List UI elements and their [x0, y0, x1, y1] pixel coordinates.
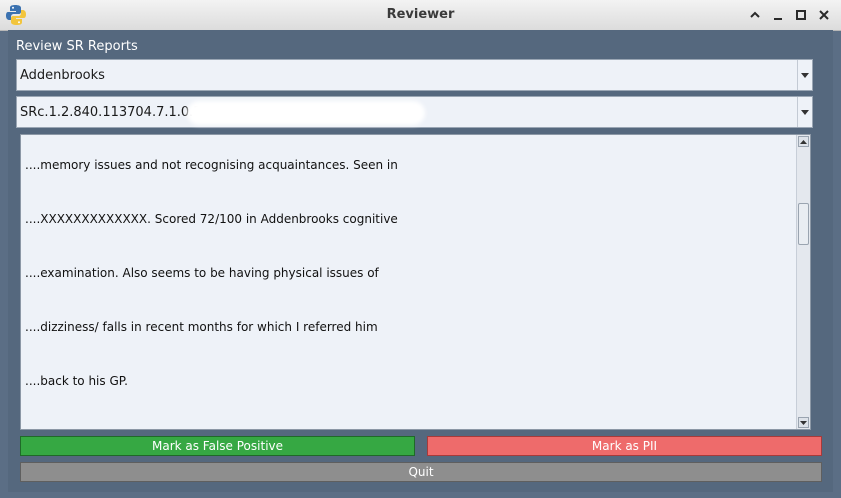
minimize-icon[interactable]: [769, 6, 787, 24]
mark-false-positive-button[interactable]: Mark as False Positive: [20, 436, 415, 456]
report-line: ....examination. Also seems to be having…: [25, 266, 379, 280]
window-title: Reviewer: [386, 7, 455, 22]
chevron-down-icon[interactable]: [797, 97, 812, 127]
scrollbar-thumb[interactable]: [798, 203, 809, 245]
scroll-up-icon[interactable]: [798, 136, 809, 147]
report-select[interactable]: SRc.1.2.840.113704.7.1.0.2: [16, 96, 813, 128]
mark-pii-button[interactable]: Mark as PII: [427, 436, 822, 456]
report-line: ....dizziness/ falls in recent months fo…: [25, 320, 378, 334]
close-icon[interactable]: [815, 6, 833, 24]
title-bar[interactable]: Reviewer: [0, 0, 841, 31]
report-text-area[interactable]: ....memory issues and not recognising ac…: [20, 134, 811, 430]
chevron-down-icon[interactable]: [797, 60, 812, 90]
scroll-down-icon[interactable]: [798, 417, 809, 428]
redaction-overlay: [187, 101, 425, 125]
site-select[interactable]: Addenbrooks: [16, 59, 813, 91]
report-select-value: SRc.1.2.840.113704.7.1.0.2: [20, 105, 202, 120]
quit-button[interactable]: Quit: [20, 462, 822, 482]
main-panel: Review SR Reports Addenbrooks SRc.1.2.84…: [8, 30, 833, 492]
report-line: ....back to his GP.: [25, 374, 128, 388]
site-select-value: Addenbrooks: [20, 68, 105, 83]
keep-above-icon[interactable]: [746, 6, 764, 24]
vertical-scrollbar[interactable]: [796, 135, 810, 429]
report-line: ....memory issues and not recognising ac…: [25, 158, 398, 172]
section-label: Review SR Reports: [16, 39, 138, 54]
maximize-icon[interactable]: [792, 6, 810, 24]
report-line: ....XXXXXXXXXXXXX. Scored 72/100 in Adde…: [25, 212, 398, 226]
